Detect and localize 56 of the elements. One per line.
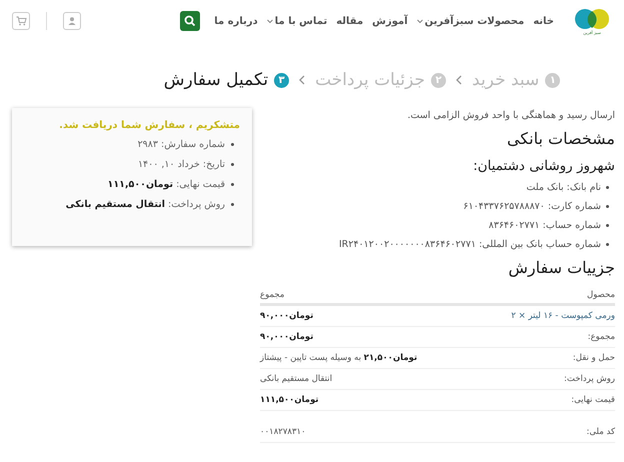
bank-detail: شماره حساب بانک بین المللی: IR۲۴۰۱۲۰۰۲۰۰۰۰۰۰۰۸۳۶۴۶۰۲۷۷۱	[338, 239, 601, 250]
column-header: محصول	[474, 287, 615, 304]
nav-link[interactable]: مقاله	[336, 16, 364, 26]
bullet-icon	[606, 186, 609, 189]
caret-icon	[266, 18, 273, 24]
table-cell: مجموع:	[474, 326, 615, 348]
success-message: متشکریم ، سفارش شما دریافت شد.	[58, 120, 240, 131]
section-heading: جزییات سفارش	[507, 258, 615, 277]
nav-link[interactable]: تماس با ما	[266, 16, 328, 26]
step-label: تکمیل سفارش	[164, 70, 268, 90]
chevron-icon	[456, 75, 462, 85]
search-button[interactable]	[180, 11, 200, 31]
order-summary-item: تاریخ: خرداد ۱۰, ۱۴۰۰	[138, 159, 225, 170]
nav-link[interactable]: درباره ما	[214, 16, 258, 26]
search-icon	[184, 15, 196, 27]
table-cell: تومان۱۱۱,۵۰۰	[260, 390, 474, 410]
notice-text: ارسال رسید و هماهنگی با واحد فروش الزامی است.	[406, 110, 615, 121]
table-cell: تومان۲۱,۵۰۰ به وسیله پست تاپین - پیشتاز	[260, 348, 474, 368]
user-icon	[67, 16, 77, 26]
table-cell: تومان۹۰,۰۰۰	[260, 326, 474, 348]
column-header: مجموع	[260, 287, 474, 304]
nav-link[interactable]: محصولات سبزآفرین	[416, 16, 524, 26]
bank-detail: شماره حساب: ۸۳۶۴۶۰۲۷۷۱	[488, 220, 601, 231]
table-cell: قیمت نهایی:	[474, 390, 615, 410]
order-summary-item: روش پرداخت: انتقال مستقیم بانکی	[66, 199, 225, 210]
chevron-icon	[299, 75, 306, 85]
nav-link[interactable]: خانه	[533, 16, 554, 26]
bullet-icon	[231, 203, 234, 206]
account-holder: شهروز روشانی دشتمیان:	[472, 158, 615, 174]
table-cell: حمل و نقل:	[474, 348, 615, 368]
cart-button[interactable]	[12, 12, 30, 30]
bullet-icon	[606, 243, 609, 246]
bullet-icon	[606, 224, 609, 227]
bullet-icon	[606, 205, 609, 208]
step-label: سبد خرید	[472, 70, 540, 90]
bank-detail: شماره کارت: ۶۱۰۴۳۳۷۶۲۵۷۸۸۸۷۰	[463, 201, 601, 212]
step-number: ۳	[274, 72, 290, 88]
product-link[interactable]: ورمی کمپوست - ۱۶ لیتر × ۲	[474, 304, 615, 326]
table-cell: تومان۹۰,۰۰۰	[260, 304, 474, 326]
table-cell: ۰۰۱۸۲۷۸۳۱۰	[260, 410, 474, 442]
bullet-icon	[231, 183, 234, 186]
account-button[interactable]	[63, 12, 81, 30]
order-summary-item: شماره سفارش: ۲۹۸۳	[138, 139, 225, 150]
table-cell: کد ملی:	[474, 410, 615, 442]
nav-link[interactable]: آموزش	[372, 16, 408, 26]
bullet-icon	[231, 143, 234, 146]
caret-icon	[416, 18, 423, 24]
bullet-icon	[231, 163, 234, 166]
order-summary-item: قیمت نهایی: تومان۱۱۱,۵۰۰	[108, 179, 225, 190]
logo-icon	[573, 8, 611, 30]
table-cell: روش پرداخت:	[474, 368, 615, 390]
cart-icon	[16, 16, 26, 26]
bank-detail: نام بانک: بانک ملت	[526, 182, 601, 193]
section-heading: مشخصات بانکی	[506, 129, 615, 148]
step-label: جزئیات پرداخت	[315, 70, 426, 90]
table-cell: انتقال مستقیم بانکی	[260, 368, 474, 390]
